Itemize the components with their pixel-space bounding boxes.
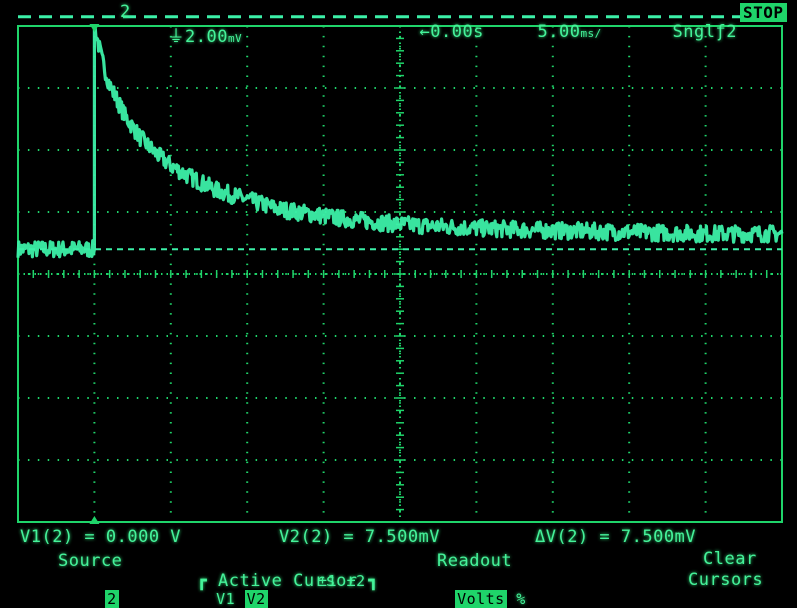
graticule [17,25,783,523]
channel-number: 2 [120,2,131,22]
v2-readout: V2(2) = 7.500mV [279,527,441,547]
active-cursor-v-select: V1 V2 [216,590,268,608]
trigger-mode: Snglƒ2 [672,22,737,42]
source-softkey-value: 2 [105,590,119,608]
active-cursor-t-select: ±1 ±2 [318,572,366,590]
delta-v-readout: ΔV(2) = 7.500mV [535,527,697,547]
v1-readout: V1(2) = 0.000 V [20,527,182,547]
delay-readout: ←0.00s [419,22,484,42]
time-per-div: 5.00ms/ [537,22,602,42]
readout-softkey[interactable]: Readout [437,551,512,571]
trigger-point-marker-top [89,24,100,32]
trigger-edge-icon: ƒ [715,22,727,42]
clear-cursors-softkey-sub: Cursors [688,570,764,590]
volts-per-div: ⏚2.00mV [167,27,243,47]
clear-cursors-softkey[interactable]: Clear [703,549,757,569]
readout-softkey-value: Volts % [455,590,526,608]
run-state-badge: STOP [740,3,787,22]
bracket-right-icon: ┓ [368,571,380,591]
oscilloscope-screen [16,15,784,524]
source-softkey[interactable]: Source [58,551,122,571]
ground-icon: ⏚ [167,27,185,47]
arrow-left-icon: ← [419,22,431,42]
trigger-point-marker-bottom [89,516,100,524]
